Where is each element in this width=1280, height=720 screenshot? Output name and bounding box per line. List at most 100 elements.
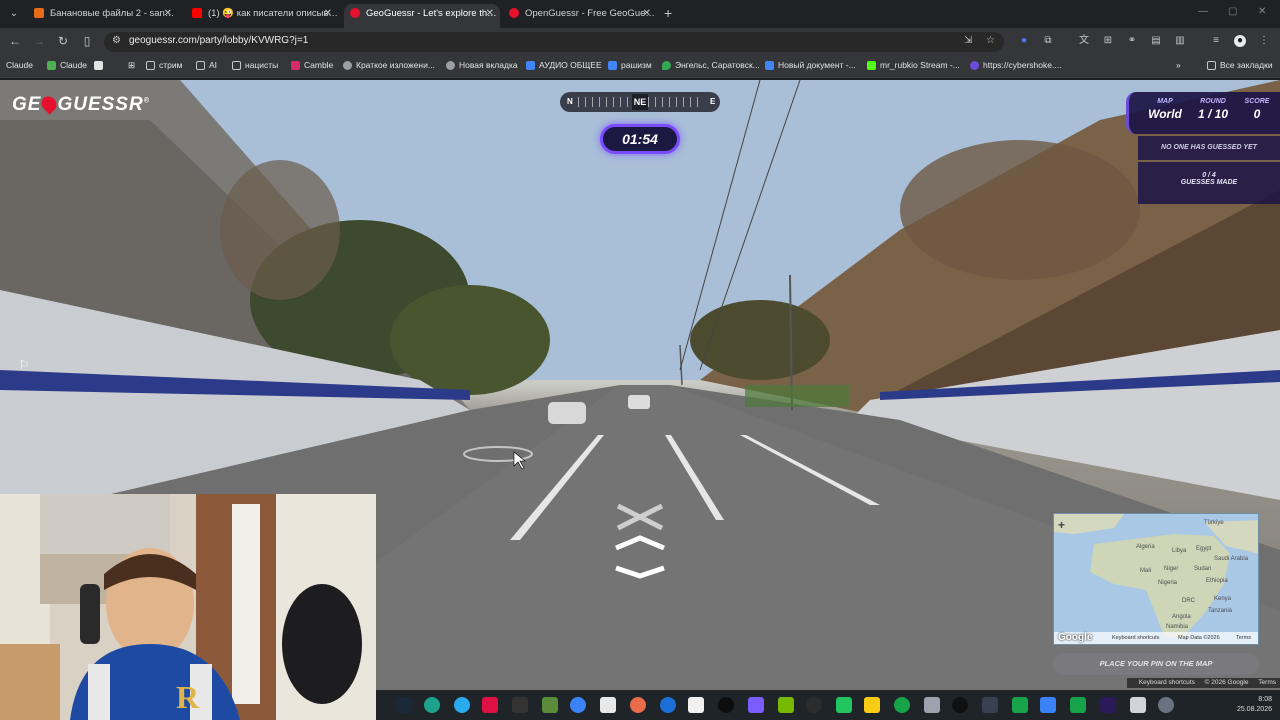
minecraft-icon[interactable]: [542, 697, 558, 713]
site-info-icon[interactable]: ⚙: [112, 35, 121, 46]
tab-bananas[interactable]: Банановые файлы 2 - sansgol ✕: [28, 4, 178, 28]
guesses-label: GUESSES MADE: [1180, 179, 1238, 186]
move-forward-arrow[interactable]: [615, 535, 665, 551]
forward-button[interactable]: →: [31, 34, 47, 48]
tabs-icon[interactable]: ▤: [1150, 35, 1162, 47]
extension-icon[interactable]: ●: [1018, 35, 1030, 47]
app-icon[interactable]: [1130, 697, 1146, 713]
bookmark-item[interactable]: Новая вкладка: [446, 60, 518, 70]
terms-link[interactable]: Terms: [1258, 679, 1276, 686]
screen: ⌄ Банановые файлы 2 - sansgol ✕ (1) 😜 ка…: [0, 0, 1280, 720]
more-bookmarks-icon[interactable]: »: [1176, 60, 1181, 70]
minimize-button[interactable]: —: [1198, 6, 1208, 17]
bookmark-star-icon[interactable]: ☆: [986, 35, 995, 46]
claude-icon[interactable]: [630, 697, 646, 713]
guess-minimap[interactable]: + Türkiye Algeria Libya Egypt Saudi Arab…: [1053, 513, 1259, 645]
grid-icon[interactable]: ⊞: [1102, 35, 1114, 47]
bookmark-item[interactable]: Энгельс, Саратовск...: [662, 60, 760, 70]
place-pin-button[interactable]: PLACE YOUR PIN ON THE MAP: [1053, 653, 1259, 675]
media-icon[interactable]: ≡: [1210, 35, 1222, 47]
tab-youtube[interactable]: (1) 😜 как писатели описывают ✕: [186, 4, 338, 28]
bookmark-item[interactable]: Claude: [6, 60, 33, 70]
africa-map-illustration: [1054, 514, 1258, 638]
cancel-move-icon[interactable]: [616, 503, 664, 531]
omnibox[interactable]: ⚙ geoguessr.com/party/lobby/KVWRG?j=1 ⇲ …: [104, 32, 1004, 52]
tab-openguessr[interactable]: OpenGuessr - Free GeoGuessr A ✕: [503, 4, 657, 28]
folder-icon: [1207, 61, 1216, 70]
install-icon[interactable]: ⇲: [964, 35, 972, 46]
bookmark-folder[interactable]: AI: [196, 60, 217, 70]
url-text[interactable]: geoguessr.com/party/lobby/KVWRG?j=1: [129, 35, 308, 46]
app-icon[interactable]: [748, 697, 764, 713]
keyboard-shortcuts-link[interactable]: Keyboard shortcuts: [1112, 632, 1159, 644]
obs-icon[interactable]: [806, 697, 822, 713]
system-clock[interactable]: 8:08 25.08.2026: [1237, 695, 1272, 715]
tab-geoguessr[interactable]: GeoGuessr - Let's explore the w ✕: [344, 4, 500, 28]
close-icon[interactable]: ✕: [643, 4, 651, 24]
bookmark-folder[interactable]: нацисты: [232, 60, 278, 70]
report-icon[interactable]: ⚐: [14, 358, 34, 376]
bookmark-item[interactable]: Краткое изложени...: [343, 60, 435, 70]
app-icon[interactable]: [864, 697, 880, 713]
translate-icon[interactable]: 文: [1078, 35, 1090, 47]
premiere-icon[interactable]: [1100, 697, 1116, 713]
bookmark-item[interactable]: https://cybershoke....: [970, 60, 1061, 70]
link-icon[interactable]: ⚭: [1126, 35, 1138, 47]
nvidia-icon[interactable]: [778, 697, 794, 713]
app-icon[interactable]: [1040, 697, 1056, 713]
tab-search-icon[interactable]: ⌄: [6, 6, 22, 22]
bookmark-label: рашизм: [621, 60, 652, 70]
steam-icon[interactable]: [396, 697, 412, 713]
terminal-icon[interactable]: [512, 697, 528, 713]
close-icon[interactable]: ✕: [164, 4, 172, 24]
bookmark-item[interactable]: рашизм: [608, 60, 652, 70]
keyboard-shortcuts-link[interactable]: Keyboard shortcuts: [1139, 679, 1195, 686]
settings-icon[interactable]: [1158, 697, 1174, 713]
extension-puzzle-icon[interactable]: ⧉: [1042, 35, 1054, 47]
app-icon[interactable]: [982, 697, 998, 713]
bookmark-item[interactable]: Claude: [47, 60, 87, 70]
reading-list-icon[interactable]: ▥: [1174, 35, 1186, 47]
docs-icon: [526, 61, 535, 70]
move-backward-arrow[interactable]: [615, 565, 665, 579]
app-icon[interactable]: [570, 697, 586, 713]
back-button[interactable]: ←: [7, 34, 23, 48]
map-zoom-in-button[interactable]: +: [1058, 518, 1065, 532]
map-label: Nigeria: [1158, 580, 1178, 586]
terms-link[interactable]: Terms: [1236, 632, 1251, 644]
app-icon[interactable]: [836, 697, 852, 713]
chrome-icon[interactable]: [952, 697, 968, 713]
apps-grid-icon[interactable]: ⊞: [115, 60, 135, 71]
sidebar-icon[interactable]: ▯: [79, 34, 95, 48]
app-icon[interactable]: [424, 697, 440, 713]
map-stat: MAP World: [1141, 98, 1189, 121]
bookmark-folder[interactable]: стрим: [146, 60, 182, 70]
app-icon[interactable]: [482, 697, 498, 713]
bookmark-item[interactable]: Новый документ -...: [765, 60, 856, 70]
all-bookmarks-button[interactable]: Все закладки: [1207, 60, 1273, 70]
chatgpt-icon[interactable]: [718, 697, 734, 713]
app-icon[interactable]: [924, 697, 940, 713]
bookmark-item[interactable]: Camble: [291, 60, 333, 70]
bookmark-item[interactable]: АУДИО ОБЩЕЕ: [526, 60, 602, 70]
menu-kebab-icon[interactable]: ⋮: [1258, 35, 1270, 47]
logo-pin-icon: [38, 93, 61, 115]
app-icon[interactable]: [688, 697, 704, 713]
reload-button[interactable]: ↻: [55, 34, 71, 48]
bookmark-item[interactable]: mr_rubkio Stream -...: [867, 60, 960, 70]
telegram-icon[interactable]: [454, 697, 470, 713]
geoguessr-logo[interactable]: GE GUESSR®: [12, 93, 150, 116]
app-icon[interactable]: [1012, 697, 1028, 713]
camble-icon: [291, 61, 300, 70]
close-icon[interactable]: ✕: [486, 4, 494, 24]
bookmark-label: Claude: [60, 60, 87, 70]
app-icon[interactable]: [1070, 697, 1086, 713]
profile-avatar-icon[interactable]: ●: [1234, 35, 1246, 47]
window-close-button[interactable]: ✕: [1258, 6, 1266, 17]
new-tab-button[interactable]: +: [664, 5, 672, 21]
app-icon[interactable]: [660, 697, 676, 713]
close-icon[interactable]: ✕: [324, 4, 332, 24]
globe-icon[interactable]: [894, 697, 910, 713]
app-icon[interactable]: [600, 697, 616, 713]
maximize-button[interactable]: ▢: [1228, 6, 1237, 17]
